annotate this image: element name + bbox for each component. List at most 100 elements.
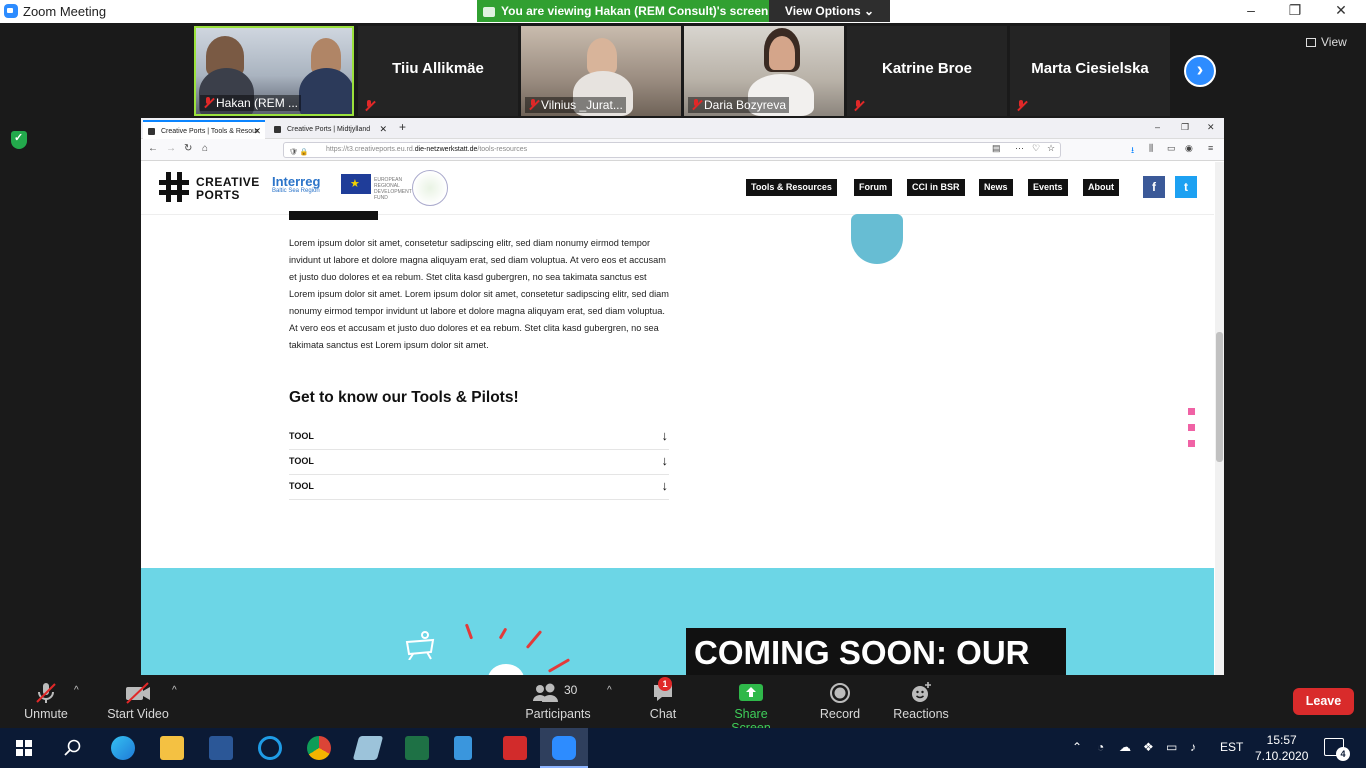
next-page-arrow-icon[interactable]: › <box>1184 55 1216 87</box>
mic-muted-icon <box>853 100 863 111</box>
scrollbar-thumb[interactable] <box>1216 332 1223 462</box>
close-tab-icon[interactable]: ✕ <box>253 122 261 139</box>
sidebar-icon[interactable]: ▭ <box>1167 143 1176 154</box>
facebook-icon[interactable]: f <box>1143 176 1165 198</box>
leave-meeting-button[interactable]: Leave <box>1293 688 1354 715</box>
arrow-down-icon[interactable]: ↓ <box>662 478 669 493</box>
home-icon[interactable]: ⌂ <box>202 143 208 154</box>
reactions-button[interactable]: Reactions <box>892 681 950 721</box>
chrome-icon[interactable] <box>307 736 331 760</box>
word-icon[interactable] <box>209 736 233 760</box>
audio-options-caret-icon[interactable]: ^ <box>74 685 79 696</box>
library-icon[interactable]: ⫼ <box>1149 143 1153 154</box>
acrobat-icon[interactable] <box>503 736 527 760</box>
decorative-pink-dots <box>1188 408 1195 456</box>
back-icon[interactable]: ← <box>148 143 158 154</box>
chat-unread-badge: 1 <box>658 677 672 691</box>
system-clock[interactable]: 15:57 7.10.2020 <box>1255 732 1308 764</box>
nav-forum[interactable]: Forum <box>854 179 892 196</box>
nav-cci-in-bsr[interactable]: CCI in BSR <box>907 179 965 196</box>
participant-name: Marta Ciesielska <box>1031 60 1149 77</box>
url-bar[interactable]: 🛡 🔒 https://t3.creativeports.eu.rd.die-n… <box>283 142 1061 158</box>
zoom-app-icon[interactable] <box>552 736 576 760</box>
nav-events[interactable]: Events <box>1028 179 1068 196</box>
start-video-button[interactable]: Start Video <box>106 681 170 721</box>
pocket-icon[interactable]: ♡ <box>1032 143 1040 154</box>
view-options-button[interactable]: View Options ⌄ <box>769 0 890 22</box>
video-tile-vilnius[interactable]: Vilnius _Jurat... <box>521 26 681 116</box>
browser-minimize-icon[interactable]: – <box>1155 122 1160 132</box>
arrow-down-icon[interactable]: ↓ <box>662 428 669 443</box>
sketch-table-icon <box>405 631 435 660</box>
tool-accordion-row[interactable]: TOOL ↓ <box>289 425 669 450</box>
nav-tools-resources[interactable]: Tools & Resources <box>746 179 837 196</box>
video-tile-marta[interactable]: Marta Ciesielska <box>1010 26 1170 116</box>
browser-tab-midtjylland[interactable]: Creative Ports | Midtjylland ✕ <box>269 120 391 139</box>
tray-expand-icon[interactable]: ⌃ <box>1072 740 1082 754</box>
video-options-caret-icon[interactable]: ^ <box>172 685 177 696</box>
close-tab-icon[interactable]: ✕ <box>379 120 387 139</box>
chat-button[interactable]: 1 Chat <box>644 677 682 721</box>
tool-label: TOOL <box>289 456 314 466</box>
menu-icon[interactable]: ≡ <box>1208 143 1213 153</box>
nav-about[interactable]: About <box>1083 179 1119 196</box>
record-button[interactable]: Record <box>818 681 862 721</box>
excel-icon[interactable] <box>405 736 429 760</box>
edge-browser-icon[interactable] <box>111 736 135 760</box>
partner-round-logo <box>412 170 448 206</box>
shared-screen: Creative Ports | Tools & Resour ✕ Creati… <box>141 118 1224 675</box>
reload-icon[interactable]: ↻ <box>184 143 192 154</box>
mic-muted-icon <box>20 681 72 705</box>
file-explorer-icon[interactable] <box>160 736 184 760</box>
video-tile-katrine[interactable]: Katrine Broe <box>847 26 1007 116</box>
video-tile-daria[interactable]: Daria Bozyreva <box>684 26 844 116</box>
participant-name: Katrine Broe <box>881 60 973 77</box>
svg-text:30: 30 <box>564 683 578 697</box>
volume-icon[interactable]: ♪ <box>1190 740 1196 754</box>
page-scrollbar[interactable] <box>1215 162 1224 675</box>
new-tab-button[interactable]: + <box>399 120 406 134</box>
creative-ports-hash-logo[interactable] <box>157 170 191 204</box>
maximize-button[interactable]: ❐ <box>1280 2 1310 19</box>
grid-icon <box>1306 38 1316 47</box>
bookmark-star-icon[interactable]: ☆ <box>1047 143 1055 154</box>
onedrive-icon[interactable]: ☁ <box>1119 740 1131 754</box>
more-icon[interactable]: ⋯ <box>1015 143 1024 154</box>
gallery-view-button[interactable]: View <box>1306 35 1347 49</box>
participants-button[interactable]: 30 Participants <box>525 681 591 721</box>
video-tile-hakan[interactable]: Hakan (REM ... <box>194 26 354 116</box>
window-title: Zoom Meeting <box>23 4 107 19</box>
windows-start-icon[interactable] <box>16 740 32 756</box>
share-screen-button[interactable]: Share Screen <box>714 681 788 735</box>
participants-icon: 30 <box>525 681 591 705</box>
unmute-button[interactable]: Unmute <box>20 681 72 721</box>
browser-close-icon[interactable]: ✕ <box>1207 122 1215 133</box>
lorem-paragraph: Lorem ipsum dolor sit amet, consetetur s… <box>289 238 669 350</box>
reader-view-icon[interactable]: ▤ <box>992 143 1001 154</box>
forward-icon[interactable]: → <box>166 143 176 154</box>
notepad-icon[interactable] <box>352 736 384 760</box>
wifi-icon[interactable]: ◔ <box>1097 740 1104 754</box>
close-button[interactable]: ✕ <box>1326 2 1356 19</box>
arrow-down-icon[interactable]: ↓ <box>662 453 669 468</box>
participants-caret-icon[interactable]: ^ <box>607 685 612 696</box>
minimize-button[interactable]: – <box>1236 2 1266 18</box>
battery-icon[interactable]: ▭ <box>1166 740 1177 754</box>
tool-accordion-row[interactable]: TOOL ↓ <box>289 450 669 475</box>
video-tile-tiiu[interactable]: Tiiu Allikmäe <box>358 26 518 116</box>
search-icon[interactable] <box>64 739 82 762</box>
input-language[interactable]: EST <box>1220 740 1243 754</box>
internet-explorer-icon[interactable] <box>258 736 282 760</box>
account-icon[interactable]: ◉ <box>1185 143 1193 154</box>
twitter-icon[interactable]: t <box>1175 176 1197 198</box>
browser-restore-icon[interactable]: ❐ <box>1181 122 1189 133</box>
dropbox-icon[interactable]: ❖ <box>1143 740 1154 754</box>
notification-center-icon[interactable]: 4 <box>1324 738 1350 761</box>
downloads-icon[interactable]: ⭳ <box>1131 143 1134 159</box>
tool-accordion-row[interactable]: TOOL ↓ <box>289 475 669 500</box>
nav-news[interactable]: News <box>979 179 1013 196</box>
encryption-shield-icon[interactable] <box>11 131 27 149</box>
zoom-meeting-toolbar: Unmute ^ Start Video ^ 30 Participants ^… <box>0 675 1366 735</box>
browser-tab-tools-resources[interactable]: Creative Ports | Tools & Resour ✕ <box>143 120 265 139</box>
file-icon[interactable] <box>454 736 472 760</box>
